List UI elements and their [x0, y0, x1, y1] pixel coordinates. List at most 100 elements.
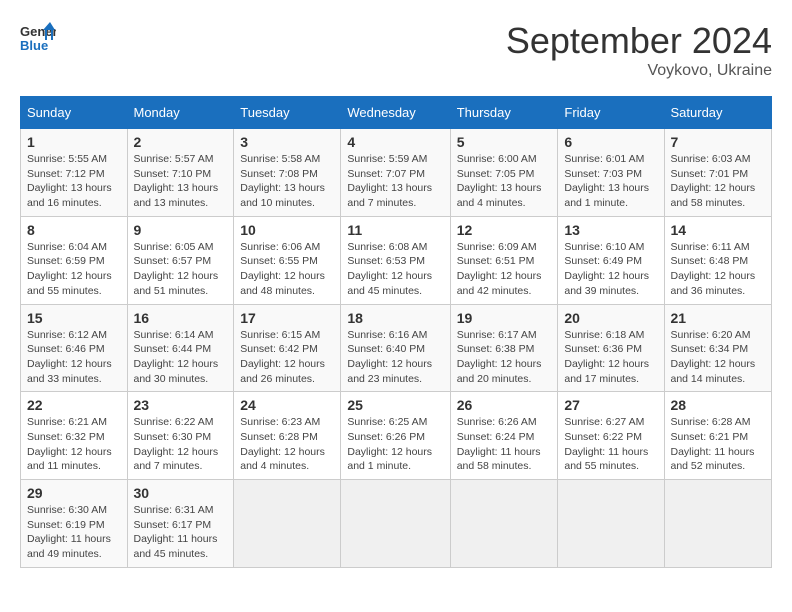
day-number: 27 [564, 397, 657, 413]
calendar-cell: 17 Sunrise: 6:15 AMSunset: 6:42 PMDayligh… [234, 304, 341, 392]
calendar-cell: 7 Sunrise: 6:03 AMSunset: 7:01 PMDaylight… [664, 129, 772, 217]
day-info: Sunrise: 6:26 AMSunset: 6:24 PMDaylight:… [457, 415, 552, 474]
day-info: Sunrise: 6:21 AMSunset: 6:32 PMDaylight:… [27, 415, 121, 474]
day-info: Sunrise: 6:22 AMSunset: 6:30 PMDaylight:… [134, 415, 228, 474]
calendar-cell: 28Sunrise: 6:28 AMSunset: 6:21 PMDayligh… [664, 392, 772, 480]
day-number: 17 [240, 310, 334, 326]
day-number: 26 [457, 397, 552, 413]
calendar-cell: 13 Sunrise: 6:10 AMSunset: 6:49 PMDayligh… [558, 216, 664, 304]
calendar-cell: 1Sunrise: 5:55 AMSunset: 7:12 PMDaylight… [21, 129, 128, 217]
title-area: September 2024 Voykovo, Ukraine [506, 20, 772, 80]
calendar-cell: 30Sunrise: 6:31 AMSunset: 6:17 PMDayligh… [127, 480, 234, 568]
logo-svg: General Blue [20, 20, 56, 62]
day-info: Sunrise: 6:01 AMSunset: 7:03 PMDaylight:… [564, 152, 657, 211]
day-number: 28 [671, 397, 766, 413]
day-number: 15 [27, 310, 121, 326]
header-sunday: Sunday [21, 97, 128, 129]
day-info: Sunrise: 6:09 AMSunset: 6:51 PMDaylight:… [457, 240, 552, 299]
day-number: 7 [671, 134, 766, 150]
day-number: 22 [27, 397, 121, 413]
week-row-3: 15Sunrise: 6:12 AMSunset: 6:46 PMDayligh… [21, 304, 772, 392]
day-number: 9 [134, 222, 228, 238]
header-row: SundayMondayTuesdayWednesdayThursdayFrid… [21, 97, 772, 129]
calendar-cell: 11 Sunrise: 6:08 AMSunset: 6:53 PMDayligh… [341, 216, 450, 304]
day-number: 14 [671, 222, 766, 238]
day-info: Sunrise: 6:18 AMSunset: 6:36 PMDaylight:… [564, 328, 657, 387]
calendar-cell: 8Sunrise: 6:04 AMSunset: 6:59 PMDaylight… [21, 216, 128, 304]
day-number: 12 [457, 222, 552, 238]
calendar-cell: 25Sunrise: 6:25 AMSunset: 6:26 PMDayligh… [341, 392, 450, 480]
header-friday: Friday [558, 97, 664, 129]
calendar-cell: 23 Sunrise: 6:22 AMSunset: 6:30 PMDayligh… [127, 392, 234, 480]
calendar-cell: 22 Sunrise: 6:21 AMSunset: 6:32 PMDayligh… [21, 392, 128, 480]
day-number: 20 [564, 310, 657, 326]
day-number: 3 [240, 134, 334, 150]
day-number: 4 [347, 134, 443, 150]
day-number: 24 [240, 397, 334, 413]
day-info: Sunrise: 6:03 AMSunset: 7:01 PMDaylight:… [671, 152, 766, 211]
day-info: Sunrise: 6:17 AMSunset: 6:38 PMDaylight:… [457, 328, 552, 387]
day-number: 6 [564, 134, 657, 150]
day-number: 18 [347, 310, 443, 326]
day-info: Sunrise: 6:00 AMSunset: 7:05 PMDaylight:… [457, 152, 552, 211]
day-number: 13 [564, 222, 657, 238]
day-number: 5 [457, 134, 552, 150]
day-info: Sunrise: 6:23 AMSunset: 6:28 PMDaylight:… [240, 415, 334, 474]
day-info: Sunrise: 5:59 AMSunset: 7:07 PMDaylight:… [347, 152, 443, 211]
calendar-cell: 20 Sunrise: 6:18 AMSunset: 6:36 PMDayligh… [558, 304, 664, 392]
calendar-cell: 19Sunrise: 6:17 AMSunset: 6:38 PMDayligh… [450, 304, 558, 392]
day-number: 10 [240, 222, 334, 238]
calendar-cell: 15Sunrise: 6:12 AMSunset: 6:46 PMDayligh… [21, 304, 128, 392]
calendar-cell: 9 Sunrise: 6:05 AMSunset: 6:57 PMDaylight… [127, 216, 234, 304]
day-number: 11 [347, 222, 443, 238]
day-info: Sunrise: 6:06 AMSunset: 6:55 PMDaylight:… [240, 240, 334, 299]
calendar-cell: 26 Sunrise: 6:26 AMSunset: 6:24 PMDayligh… [450, 392, 558, 480]
calendar-cell [234, 480, 341, 568]
day-number: 23 [134, 397, 228, 413]
day-number: 29 [27, 485, 121, 501]
calendar-cell: 10 Sunrise: 6:06 AMSunset: 6:55 PMDayligh… [234, 216, 341, 304]
day-info: Sunrise: 6:14 AMSunset: 6:44 PMDaylight:… [134, 328, 228, 387]
day-info: Sunrise: 6:16 AMSunset: 6:40 PMDaylight:… [347, 328, 443, 387]
day-info: Sunrise: 6:30 AMSunset: 6:19 PMDaylight:… [27, 503, 121, 562]
day-info: Sunrise: 6:04 AMSunset: 6:59 PMDaylight:… [27, 240, 121, 299]
svg-text:Blue: Blue [20, 38, 48, 53]
calendar-cell: 4 Sunrise: 5:59 AMSunset: 7:07 PMDaylight… [341, 129, 450, 217]
week-row-1: 1Sunrise: 5:55 AMSunset: 7:12 PMDaylight… [21, 129, 772, 217]
calendar-cell: 14Sunrise: 6:11 AMSunset: 6:48 PMDayligh… [664, 216, 772, 304]
calendar-cell: 18 Sunrise: 6:16 AMSunset: 6:40 PMDayligh… [341, 304, 450, 392]
calendar-cell [664, 480, 772, 568]
week-row-2: 8Sunrise: 6:04 AMSunset: 6:59 PMDaylight… [21, 216, 772, 304]
calendar-cell: 27Sunrise: 6:27 AMSunset: 6:22 PMDayligh… [558, 392, 664, 480]
header-thursday: Thursday [450, 97, 558, 129]
calendar-cell: 29 Sunrise: 6:30 AMSunset: 6:19 PMDayligh… [21, 480, 128, 568]
header-tuesday: Tuesday [234, 97, 341, 129]
calendar-cell: 24 Sunrise: 6:23 AMSunset: 6:28 PMDayligh… [234, 392, 341, 480]
day-info: Sunrise: 5:57 AMSunset: 7:10 PMDaylight:… [134, 152, 228, 211]
calendar-cell [558, 480, 664, 568]
day-info: Sunrise: 6:08 AMSunset: 6:53 PMDaylight:… [347, 240, 443, 299]
calendar-cell [341, 480, 450, 568]
calendar-cell: 5 Sunrise: 6:00 AMSunset: 7:05 PMDaylight… [450, 129, 558, 217]
calendar-cell: 16 Sunrise: 6:14 AMSunset: 6:44 PMDayligh… [127, 304, 234, 392]
day-info: Sunrise: 6:05 AMSunset: 6:57 PMDaylight:… [134, 240, 228, 299]
day-number: 2 [134, 134, 228, 150]
calendar-cell: 21Sunrise: 6:20 AMSunset: 6:34 PMDayligh… [664, 304, 772, 392]
day-info: Sunrise: 6:25 AMSunset: 6:26 PMDaylight:… [347, 415, 443, 474]
calendar-cell: 6 Sunrise: 6:01 AMSunset: 7:03 PMDaylight… [558, 129, 664, 217]
day-info: Sunrise: 6:15 AMSunset: 6:42 PMDaylight:… [240, 328, 334, 387]
header-wednesday: Wednesday [341, 97, 450, 129]
week-row-5: 29 Sunrise: 6:30 AMSunset: 6:19 PMDayligh… [21, 480, 772, 568]
calendar-table: SundayMondayTuesdayWednesdayThursdayFrid… [20, 96, 772, 568]
day-info: Sunrise: 6:10 AMSunset: 6:49 PMDaylight:… [564, 240, 657, 299]
header: General Blue September 2024 Voykovo, Ukr… [20, 20, 772, 80]
day-info: Sunrise: 5:58 AMSunset: 7:08 PMDaylight:… [240, 152, 334, 211]
header-saturday: Saturday [664, 97, 772, 129]
day-number: 1 [27, 134, 121, 150]
day-number: 16 [134, 310, 228, 326]
month-title: September 2024 [506, 20, 772, 62]
location-subtitle: Voykovo, Ukraine [506, 62, 772, 80]
day-info: Sunrise: 6:20 AMSunset: 6:34 PMDaylight:… [671, 328, 766, 387]
calendar-cell [450, 480, 558, 568]
week-row-4: 22 Sunrise: 6:21 AMSunset: 6:32 PMDayligh… [21, 392, 772, 480]
